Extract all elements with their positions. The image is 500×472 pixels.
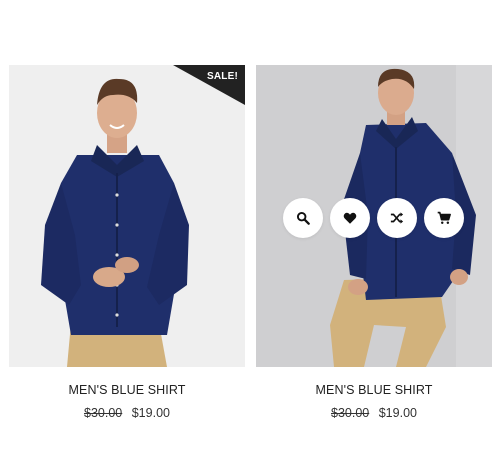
compare-button[interactable]	[377, 198, 417, 238]
product-card[interactable]: SALE! MEN'S BLUE SHIRT $30.00 $19.00	[9, 65, 245, 420]
product-price: $30.00 $19.00	[256, 406, 492, 420]
shuffle-icon	[390, 212, 404, 224]
add-to-cart-button[interactable]	[424, 198, 464, 238]
heart-icon	[343, 212, 357, 224]
sale-price: $19.00	[378, 406, 417, 420]
sale-price: $19.00	[131, 406, 170, 420]
old-price: $30.00	[84, 406, 123, 420]
quick-view-button[interactable]	[283, 198, 323, 238]
search-icon	[296, 211, 310, 225]
product-price: $30.00 $19.00	[9, 406, 245, 420]
product-actions	[283, 198, 465, 238]
sale-badge: SALE!	[207, 71, 238, 82]
product-card[interactable]: MEN'S BLUE SHIRT $30.00 $19.00	[256, 65, 492, 420]
product-title[interactable]: MEN'S BLUE SHIRT	[256, 383, 492, 397]
product-image[interactable]: SALE!	[9, 65, 245, 367]
cart-icon	[437, 211, 451, 224]
old-price: $30.00	[331, 406, 370, 420]
product-image[interactable]	[256, 65, 492, 367]
wishlist-button[interactable]	[330, 198, 370, 238]
product-title[interactable]: MEN'S BLUE SHIRT	[9, 383, 245, 397]
product-photo	[41, 78, 189, 367]
